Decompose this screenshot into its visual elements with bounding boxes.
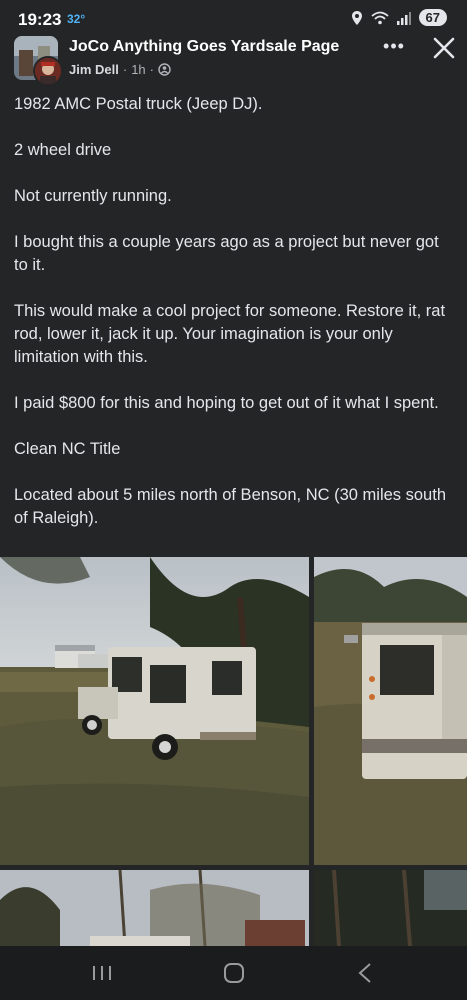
post-paragraph: 2 wheel drive [14,141,112,159]
post-meta: Jim Dell · 1h · [69,62,171,77]
post-paragraph: Not currently running. [14,187,172,205]
recent-apps-icon[interactable] [82,958,122,988]
status-time: 19:23 [18,10,62,29]
location-icon [351,10,362,25]
post-paragraph: I bought this a couple years ago as a pr… [14,233,439,274]
trees-yard-photo[interactable] [0,870,309,946]
postal-jeep-rear-photo[interactable] [314,557,467,865]
meta-separator: · [122,62,128,77]
post-paragraph: 1982 AMC Postal truck (Jeep DJ). [14,95,263,113]
status-bar: 19:23 32° 67 [0,0,467,36]
system-navigation-bar [0,946,467,1000]
user-avatar[interactable] [33,56,63,86]
post-paragraph: This would make a cool project for someo… [14,302,446,366]
signal-icon [396,11,411,25]
wifi-icon [370,11,389,24]
battery-icon: 67 [418,9,447,26]
post-paragraph: I paid $800 for this and hoping to get o… [14,394,439,412]
meta-separator-2: · [149,62,155,77]
post-paragraph: Located about 5 miles north of Benson, N… [14,486,446,527]
group-privacy-icon [158,63,171,76]
back-icon[interactable] [346,958,386,988]
close-icon[interactable] [430,34,458,62]
post-paragraph: Clean NC Title [14,440,121,458]
post-text: 1982 AMC Postal truck (Jeep DJ). 2 wheel… [14,93,454,553]
post-header: JoCo Anything Goes Yardsale Page Jim Del… [0,34,467,86]
status-temperature: 32° [67,12,86,26]
post-time[interactable]: 1h [131,62,145,77]
more-options-button[interactable]: ••• [380,36,408,58]
home-icon[interactable] [214,958,254,988]
status-icons: 67 [351,9,447,26]
postal-jeep-side-photo[interactable] [0,557,309,865]
group-name[interactable]: JoCo Anything Goes Yardsale Page [69,38,339,56]
dark-trees-photo[interactable] [314,870,467,946]
author-name[interactable]: Jim Dell [69,62,119,77]
